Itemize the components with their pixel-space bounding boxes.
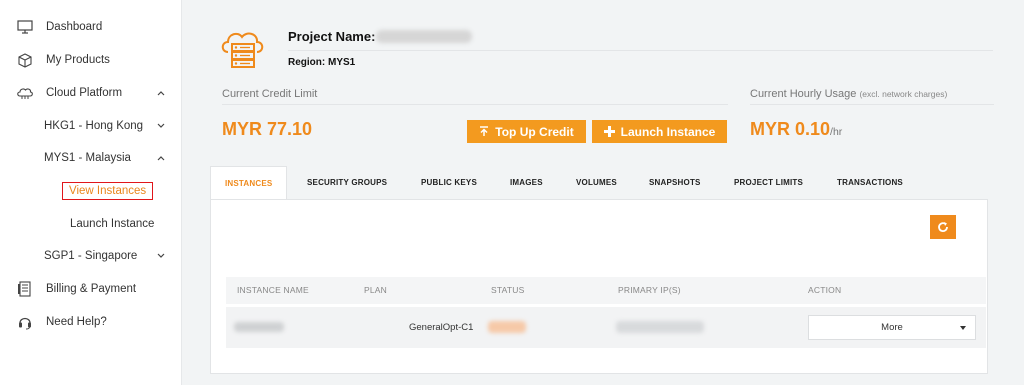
sidebar-item-label: Launch Instance <box>70 218 155 230</box>
box-icon <box>16 51 34 69</box>
tab-public-keys[interactable]: PUBLIC KEYS <box>421 166 477 199</box>
hourly-usage-unit: /hr <box>830 126 843 138</box>
column-header-instance-name: INSTANCE NAME <box>237 285 309 295</box>
sidebar-item-label: My Products <box>46 54 110 66</box>
region-label: Region: MYS1 <box>288 57 356 68</box>
sidebar-item-label: HKG1 - Hong Kong <box>44 120 144 132</box>
refresh-icon <box>938 222 948 233</box>
tab-bar: INSTANCES SECURITY GROUPS PUBLIC KEYS IM… <box>210 166 988 200</box>
divider <box>288 50 993 51</box>
instance-name-redacted <box>234 322 284 332</box>
action-dropdown-label: More <box>881 322 903 333</box>
sidebar-item-label: MYS1 - Malaysia <box>44 152 131 164</box>
sidebar-item-launch-instance[interactable]: Launch Instance <box>0 211 182 237</box>
invoice-icon <box>16 280 34 298</box>
credit-limit-value: MYR 77.10 <box>222 119 313 139</box>
top-up-credit-button[interactable]: Top Up Credit <box>467 120 586 143</box>
hourly-usage-label-text: Current Hourly Usage <box>750 88 857 100</box>
divider <box>750 104 994 105</box>
sidebar-item-cloud-platform[interactable]: Cloud Platform <box>0 80 182 106</box>
refresh-button[interactable] <box>930 215 956 239</box>
column-header-primary-ip: PRIMARY IP(S) <box>618 285 681 295</box>
chevron-down-icon <box>156 251 166 261</box>
tab-project-limits[interactable]: PROJECT LIMITS <box>734 166 803 199</box>
plan-cell: GeneralOpt-C1 <box>409 322 474 333</box>
chevron-down-icon <box>156 121 166 131</box>
headset-icon <box>16 313 34 331</box>
monitor-icon <box>16 18 34 36</box>
sidebar-item-view-instances[interactable]: View Instances <box>0 178 182 204</box>
primary-ip-redacted <box>616 321 704 333</box>
status-redacted <box>488 321 526 333</box>
table-header: INSTANCE NAME PLAN STATUS PRIMARY IP(S) … <box>226 277 986 304</box>
cloud-icon <box>16 84 34 102</box>
column-header-action: ACTION <box>808 285 842 295</box>
sidebar-item-label: View Instances <box>62 182 154 200</box>
hourly-usage-label: Current Hourly Usage (excl. network char… <box>750 88 947 100</box>
sidebar-item-mys1[interactable]: MYS1 - Malaysia <box>0 145 182 171</box>
sidebar-item-label: SGP1 - Singapore <box>44 250 138 262</box>
sidebar-item-label: Billing & Payment <box>46 283 137 295</box>
upload-icon <box>480 126 489 136</box>
sidebar: Dashboard My Products Cloud Platform HKG… <box>0 0 182 385</box>
sidebar-item-hkg1[interactable]: HKG1 - Hong Kong <box>0 113 182 139</box>
sidebar-item-billing[interactable]: Billing & Payment <box>0 276 182 302</box>
launch-instance-button[interactable]: Launch Instance <box>592 120 727 143</box>
hourly-usage-note: (excl. network charges) <box>859 89 948 99</box>
tab-transactions[interactable]: TRANSACTIONS <box>837 166 903 199</box>
launch-instance-label: Launch Instance <box>620 124 716 139</box>
tab-images[interactable]: IMAGES <box>510 166 543 199</box>
project-name-label: Project Name: <box>288 29 376 44</box>
plus-icon <box>603 126 615 137</box>
hourly-usage-value: MYR 0.10/hr <box>750 119 842 140</box>
sidebar-item-my-products[interactable]: My Products <box>0 47 182 73</box>
tab-security-groups[interactable]: SECURITY GROUPS <box>307 166 387 199</box>
sidebar-item-dashboard[interactable]: Dashboard <box>0 14 182 40</box>
caret-down-icon <box>960 326 966 330</box>
tab-snapshots[interactable]: SNAPSHOTS <box>649 166 701 199</box>
column-header-plan: PLAN <box>364 285 388 295</box>
action-dropdown[interactable]: More <box>808 315 976 340</box>
top-up-credit-label: Top Up Credit <box>495 124 574 139</box>
chevron-up-icon <box>156 153 166 163</box>
chevron-up-icon <box>156 88 166 98</box>
credit-limit-label: Current Credit Limit <box>222 88 318 100</box>
sidebar-item-sgp1[interactable]: SGP1 - Singapore <box>0 243 182 269</box>
sidebar-item-need-help[interactable]: Need Help? <box>0 309 182 335</box>
sidebar-item-label: Dashboard <box>46 21 103 33</box>
table-row[interactable]: GeneralOpt-C1 More <box>226 307 986 348</box>
sidebar-item-label: Cloud Platform <box>46 87 123 99</box>
divider <box>222 104 728 105</box>
tab-instances[interactable]: INSTANCES <box>210 166 288 200</box>
tab-volumes[interactable]: VOLUMES <box>576 166 617 199</box>
sidebar-item-label: Need Help? <box>46 316 107 328</box>
column-header-status: STATUS <box>491 285 525 295</box>
main-content: Project Name: Region: MYS1 Current Credi… <box>182 0 1024 385</box>
cloud-server-icon <box>220 28 266 70</box>
project-name-redacted <box>376 30 472 43</box>
hourly-usage-amount: MYR 0.10 <box>750 119 831 139</box>
